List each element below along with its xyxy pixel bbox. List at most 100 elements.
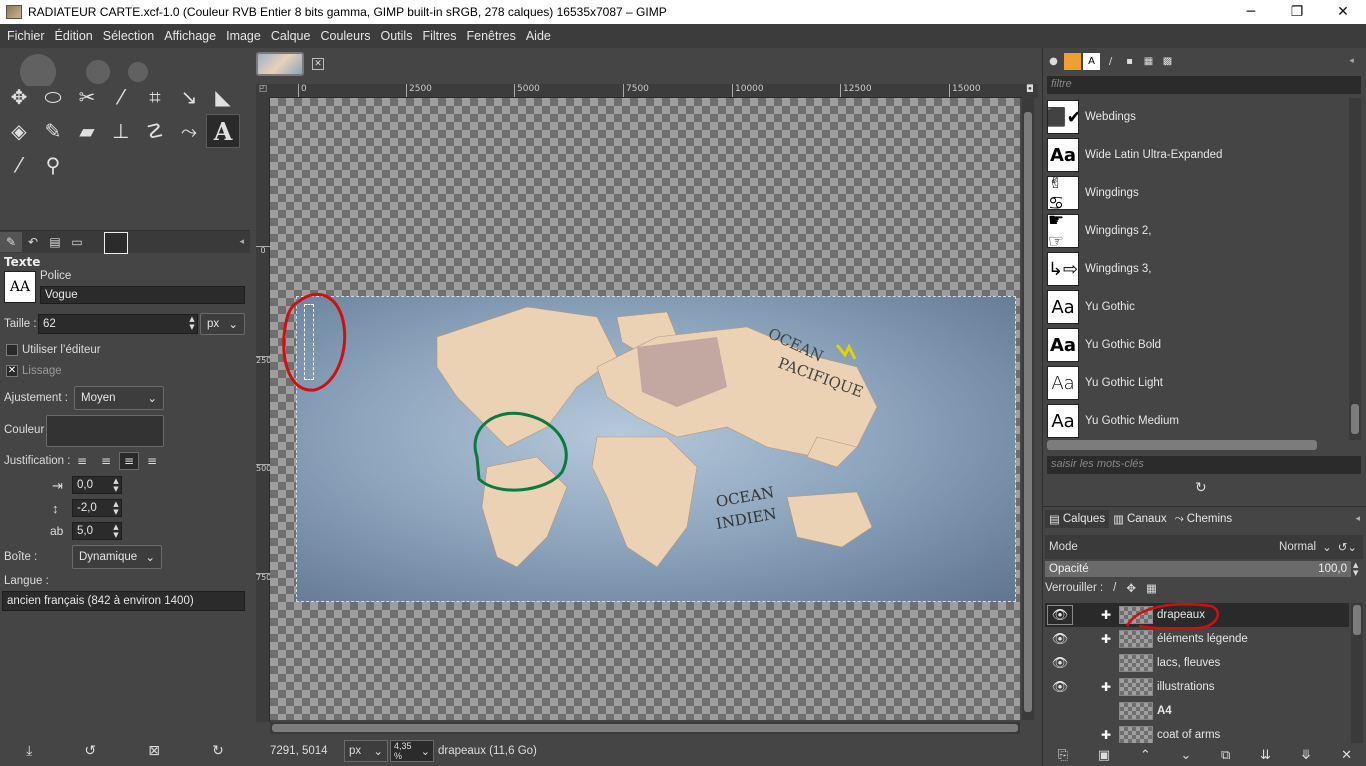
foreground-color-swatch[interactable] (104, 232, 128, 254)
font-filter-input[interactable]: filtre (1047, 76, 1361, 94)
vertical-ruler[interactable]: 0 2500 5000 7500 (256, 98, 276, 722)
visibility-eye-icon[interactable] (1047, 701, 1073, 721)
zoom-select[interactable]: 4,35 % ⌄ (390, 740, 434, 762)
opacity-slider[interactable]: Opacité 100,0 (1045, 561, 1351, 577)
menu-image[interactable]: Image (221, 29, 266, 43)
expand-group-icon[interactable]: ✚ (1099, 632, 1113, 646)
zoom-tool-icon[interactable]: ⚲ (36, 148, 70, 182)
tool-options-tab-icon[interactable]: ✎ (0, 232, 22, 252)
maximize-button[interactable]: ❐ (1274, 0, 1320, 24)
size-spinner[interactable]: ▲ ▼ (186, 315, 198, 331)
canvas-viewport[interactable]: OCEAN PACIFIQUE OCEAN INDIEN (270, 98, 1020, 720)
smudge-tool-icon[interactable]: ☡ (138, 114, 172, 148)
text-tool-icon[interactable]: A (206, 114, 240, 148)
menu-fenetres[interactable]: Fenêtres (461, 29, 520, 43)
layer-row[interactable]: A4 (1045, 699, 1349, 723)
brushes-tab-icon[interactable]: ● (1045, 53, 1062, 70)
font-list-item[interactable]: Aa Yu Gothic (1047, 288, 1347, 326)
warp-tool-icon[interactable]: ◣ (206, 80, 240, 114)
paint-dynamics-tab-icon[interactable]: / (1102, 53, 1119, 70)
bucket-fill-icon[interactable]: ◈ (2, 114, 36, 148)
font-list-hscrollbar[interactable] (1047, 440, 1317, 450)
font-list-item[interactable]: Aa Yu Gothic Bold (1047, 326, 1347, 364)
justify-center-icon[interactable]: ≡ (119, 452, 139, 470)
color-picker-icon[interactable]: ⁄ (2, 148, 36, 182)
menu-outils[interactable]: Outils (376, 29, 418, 43)
mode-value[interactable]: Normal (1279, 541, 1316, 553)
font-list-item[interactable]: Aa Wide Latin Ultra-Expanded (1047, 136, 1347, 174)
ellipse-select-icon[interactable]: ⬭ (36, 80, 70, 114)
panel-menu-icon[interactable]: ◂ (239, 237, 244, 247)
antialias-checkbox[interactable]: ✕ (6, 365, 18, 377)
language-field[interactable]: ancien français (842 à environ 1400) (2, 591, 245, 611)
refresh-fonts-icon[interactable]: ↻ (1195, 480, 1207, 496)
justify-right-icon[interactable]: ≡ (96, 452, 116, 470)
eraser-icon[interactable]: ▰ (70, 114, 104, 148)
delete-options-icon[interactable]: ⊠ (148, 743, 160, 759)
quick-mask-corner-icon[interactable]: ◰ (256, 84, 270, 98)
clone-tool-icon[interactable]: ⊥ (104, 114, 138, 148)
save-options-icon[interactable]: ⤓ (26, 743, 32, 759)
undo-history-tab-icon[interactable]: ↶ (22, 232, 44, 252)
line-spacing-spinner[interactable]: ▲ ▼ (110, 500, 122, 516)
layer-row[interactable]: ✚ coat of arms (1045, 723, 1349, 743)
font-list-item[interactable]: ↳⇨ Wingdings 3, (1047, 250, 1347, 288)
move-tool-icon[interactable]: ✥ (2, 80, 36, 114)
menu-fichier[interactable]: Fichier (2, 29, 50, 43)
justify-fill-icon[interactable]: ≡ (142, 452, 162, 470)
hinting-select[interactable]: Moyen ⌄ (74, 386, 164, 410)
expand-group-icon[interactable]: ✚ (1099, 680, 1113, 694)
layer-row[interactable]: 👁 lacs, fleuves (1045, 651, 1349, 675)
menu-couleurs[interactable]: Couleurs (315, 29, 375, 43)
lock-position-icon[interactable]: ✥ (1126, 581, 1136, 595)
box-mode-select[interactable]: Dynamique ⌄ (72, 545, 162, 569)
close-button[interactable]: ✕ (1320, 0, 1366, 24)
menu-aide[interactable]: Aide (521, 29, 556, 43)
merge-layer-icon[interactable]: ⤋ (1301, 748, 1312, 763)
visibility-eye-icon[interactable]: 👁 (1047, 653, 1073, 673)
panel-menu-icon[interactable]: ◂ (1343, 53, 1360, 70)
patterns-tab-icon[interactable] (1064, 52, 1081, 70)
navigate-icon[interactable]: ◘ (1022, 84, 1038, 98)
lock-pixels-icon[interactable]: / (1113, 582, 1116, 594)
visibility-eye-icon[interactable] (1047, 725, 1073, 743)
unit-select[interactable]: px ⌄ (344, 740, 388, 762)
expand-group-icon[interactable]: ✚ (1099, 608, 1113, 622)
lock-alpha-icon[interactable]: ▦ (1146, 581, 1157, 595)
use-editor-checkbox[interactable] (6, 344, 18, 356)
paintbrush-icon[interactable]: ✎ (36, 114, 70, 148)
panel-menu-icon[interactable]: ◂ (1355, 514, 1360, 524)
font-list-item[interactable]: ⬛✔ Webdings (1047, 98, 1347, 136)
crop-tool-icon[interactable]: ⌗ (138, 80, 172, 114)
justify-left-icon[interactable]: ≡ (72, 452, 92, 470)
font-list-item[interactable]: Aa Yu Gothic Medium (1047, 402, 1347, 440)
layers-scrollbar[interactable] (1351, 603, 1363, 743)
device-status-tab-icon[interactable]: ▭ (66, 232, 88, 252)
duplicate-layer-icon[interactable]: ⧉ (1221, 748, 1230, 763)
size-field[interactable]: 62 (38, 314, 198, 334)
restore-options-icon[interactable]: ↺ (84, 743, 96, 759)
tab-channels[interactable]: ▥ Canaux (1109, 510, 1171, 528)
layer-row[interactable]: 👁 ✚ illustrations (1045, 675, 1349, 699)
font-list-item[interactable]: ✌♋ Wingdings (1047, 174, 1347, 212)
fuzzy-select-icon[interactable]: ⁄ (104, 80, 138, 114)
visibility-eye-icon[interactable]: 👁 (1047, 629, 1073, 649)
visibility-eye-icon[interactable]: 👁 (1047, 605, 1073, 625)
menu-calque[interactable]: Calque (266, 29, 316, 43)
menu-selection[interactable]: Sélection (98, 29, 159, 43)
scissors-select-icon[interactable]: ✂ (70, 80, 104, 114)
mode-reset-icon[interactable]: ↺⌄ (1338, 540, 1357, 554)
images-tab-icon[interactable]: ▤ (44, 232, 66, 252)
palettes-tab-icon[interactable]: ▩ (1159, 53, 1176, 70)
text-color-button[interactable] (46, 415, 164, 447)
font-list-scrollbar[interactable] (1349, 98, 1361, 440)
menu-edition[interactable]: Édition (50, 29, 98, 43)
new-layer-icon[interactable]: ⎘ (1058, 748, 1068, 763)
opacity-spinner[interactable]: ▲ ▼ (1353, 561, 1358, 577)
canvas-vertical-scrollbar[interactable] (1022, 98, 1034, 720)
fonts-tab-icon[interactable]: A (1083, 52, 1100, 70)
visibility-eye-icon[interactable]: 👁 (1047, 677, 1073, 697)
tab-paths[interactable]: ⤳ Chemins (1171, 511, 1237, 528)
font-preview-button[interactable]: AA (4, 271, 36, 303)
menu-affichage[interactable]: Affichage (159, 29, 221, 43)
